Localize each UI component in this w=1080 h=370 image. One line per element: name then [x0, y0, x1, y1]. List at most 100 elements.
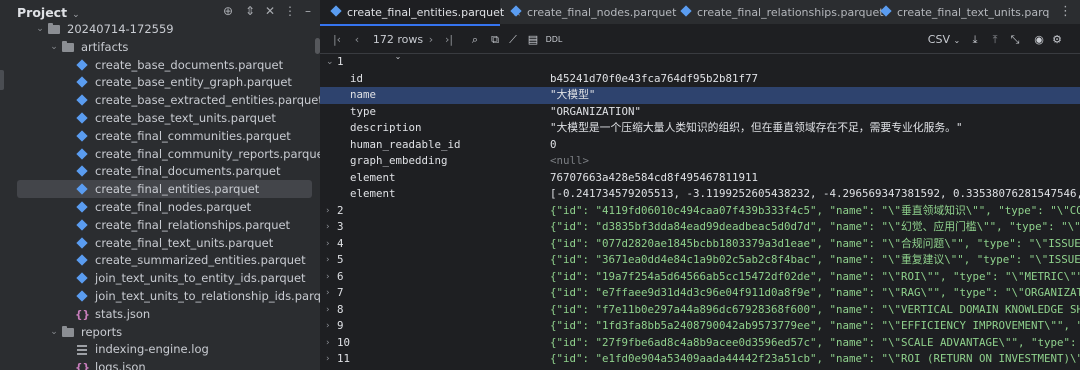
- table-row[interactable]: › 5 {"id": "3671ea0dd4e84c1a9b02c5ab2c8f4b…: [320, 252, 1080, 269]
- upload-icon[interactable]: ⤒: [988, 32, 1002, 48]
- tree-file[interactable]: create_base_entity_graph.parquet: [7, 73, 320, 91]
- tree-file[interactable]: create_base_documents.parquet: [7, 56, 320, 74]
- chevron-right-icon[interactable]: ›: [326, 252, 330, 269]
- tree-folder[interactable]: ⌄ reports: [7, 323, 320, 341]
- last-page-icon[interactable]: ›|: [442, 32, 456, 48]
- row-value[interactable]: {"id": "27f9fbe6ad8c4a8b9acee0d3596ed57c…: [550, 335, 1080, 352]
- tree-file[interactable]: create_final_nodes.parquet: [7, 198, 320, 216]
- chevron-right-icon[interactable]: ›: [326, 318, 330, 335]
- tool-window-marker[interactable]: [0, 70, 4, 90]
- field-value[interactable]: [-0.241734579205513, -3.1199252605438232…: [550, 186, 1080, 203]
- export-format-selector[interactable]: CSV ⌄: [924, 32, 964, 48]
- expand-all-icon[interactable]: ⇕: [242, 3, 258, 19]
- settings-icon[interactable]: ⚙: [1050, 32, 1064, 48]
- tree-file[interactable]: create_final_communities.parquet: [7, 127, 320, 145]
- tree-file[interactable]: create_final_relationships.parquet: [7, 216, 320, 234]
- chevron-right-icon[interactable]: ›: [326, 285, 330, 302]
- view-icon[interactable]: ◉: [1032, 32, 1046, 48]
- row-value[interactable]: {"id": "d3835bf3dda84ead99deadbeac5d0d7d…: [550, 219, 1080, 236]
- editor-tab[interactable]: create_final_entities.parquet×: [320, 0, 521, 26]
- chevron-right-icon[interactable]: ›: [326, 236, 330, 253]
- chevron-right-icon[interactable]: ›: [326, 302, 330, 319]
- field-value[interactable]: 76707663a428e584cd8f495467811911: [550, 170, 758, 187]
- chevron-down-icon[interactable]: ⌄: [47, 38, 61, 56]
- row-value[interactable]: {"id": "e7ffaee9d31d4d3c96e04f911d0a8f9e…: [550, 285, 1080, 302]
- search-icon[interactable]: ⌕: [468, 32, 482, 48]
- table-row[interactable]: › 4 {"id": "077d2820ae1845bcbb1803379a3d1e…: [320, 236, 1080, 253]
- first-page-icon[interactable]: |‹: [330, 32, 344, 48]
- tree-file[interactable]: {} logs.json: [7, 358, 320, 370]
- chevron-down-icon[interactable]: ⌄: [33, 20, 47, 38]
- table-row[interactable]: › 8 {"id": "f7e11b0e297a44a896dc67928368f6…: [320, 302, 1080, 319]
- compare-icon[interactable]: ⧉: [488, 32, 502, 48]
- record-field[interactable]: human_readable_id 0: [320, 137, 1080, 154]
- record-field[interactable]: graph_embedding <null>: [320, 153, 1080, 170]
- tab-menu-icon[interactable]: ⋮: [1059, 4, 1072, 19]
- chevron-right-icon[interactable]: ›: [326, 203, 330, 220]
- row-value[interactable]: {"id": "3671ea0dd4e84c1a9b02c5ab2c8f4bac…: [550, 252, 1080, 269]
- record-field[interactable]: id b45241d70f0e43fca764df95b2b81f77: [320, 71, 1080, 88]
- row-count-selector[interactable]: 172 rows ⌄: [368, 32, 428, 61]
- tree-file[interactable]: indexing-engine.log: [7, 340, 320, 358]
- chevron-down-icon[interactable]: ⌄: [72, 10, 80, 20]
- record-field[interactable]: element 76707663a428e584cd8f495467811911: [320, 170, 1080, 187]
- chevron-right-icon[interactable]: ›: [326, 335, 330, 352]
- editor-tab[interactable]: create_final_text_units.parq: [870, 0, 1049, 25]
- record-view-icon[interactable]: ▤: [526, 32, 540, 48]
- chevron-right-icon[interactable]: ›: [326, 269, 330, 286]
- field-value[interactable]: b45241d70f0e43fca764df95b2b81f77: [550, 71, 758, 88]
- chart-icon[interactable]: ⟋: [506, 32, 520, 48]
- table-row[interactable]: › 3 {"id": "d3835bf3dda84ead99deadbeac5d0d…: [320, 219, 1080, 236]
- field-value[interactable]: "大模型是一个压缩大量人类知识的组织，但在垂直领域存在不足，需要专业化服务。": [550, 120, 962, 137]
- collapse-all-icon[interactable]: ✕: [262, 3, 278, 19]
- row-value[interactable]: {"id": "077d2820ae1845bcbb1803379a3d1eae…: [550, 236, 1080, 253]
- table-row[interactable]: › 7 {"id": "e7ffaee9d31d4d3c96e04f911d0a8f…: [320, 285, 1080, 302]
- field-value[interactable]: "大模型": [550, 87, 595, 104]
- field-value[interactable]: 0: [550, 137, 557, 154]
- row-value[interactable]: {"id": "e1fd0e904a53409aada44442f23a51cb…: [550, 351, 1080, 368]
- hide-icon[interactable]: –: [300, 3, 316, 19]
- row-value[interactable]: {"id": "19a7f254a5d64566ab5cc15472df02de…: [550, 269, 1080, 286]
- record-field[interactable]: name "大模型": [320, 87, 1080, 104]
- options-icon[interactable]: ⋮: [282, 3, 298, 19]
- table-row[interactable]: › 9 {"id": "1fd3fa8bb5a2408790042ab9573779…: [320, 318, 1080, 335]
- tree-file[interactable]: join_text_units_to_entity_ids.parquet: [7, 269, 320, 287]
- field-value[interactable]: "ORGANIZATION": [550, 104, 641, 121]
- table-row[interactable]: › 10 {"id": "27f9fbe6ad8c4a8b9acee0d3596ed…: [320, 335, 1080, 352]
- row-value[interactable]: {"id": "f7e11b0e297a44a896dc67928368f600…: [550, 302, 1080, 319]
- tree-file[interactable]: {} stats.json: [7, 305, 320, 323]
- tree-file[interactable]: create_final_documents.parquet: [7, 162, 320, 180]
- editor-tab[interactable]: create_final_relationships.parquet: [670, 0, 884, 25]
- field-value[interactable]: <null>: [550, 153, 589, 170]
- record-row[interactable]: ⌄ 1: [320, 54, 1080, 71]
- row-value[interactable]: {"id": "1fd3fa8bb5a2408790042ab9573779ee…: [550, 318, 1080, 335]
- tree-file[interactable]: create_final_entities.parquet: [17, 180, 312, 199]
- tree-folder[interactable]: ⌄ 20240714-172559: [7, 20, 320, 38]
- transpose-icon[interactable]: ⤡: [1008, 32, 1022, 48]
- tree-file[interactable]: create_final_community_reports.parquet: [7, 145, 320, 163]
- chevron-down-icon[interactable]: ⌄: [47, 323, 61, 341]
- download-icon[interactable]: ⤓: [968, 32, 982, 48]
- tree-file[interactable]: create_base_extracted_entities.parquet: [7, 91, 320, 109]
- ddl-button[interactable]: DDL: [542, 32, 566, 48]
- tree-file[interactable]: create_base_text_units.parquet: [7, 109, 320, 127]
- tree-file[interactable]: join_text_units_to_relationship_ids.parq…: [7, 287, 320, 305]
- tree-folder[interactable]: ⌄ artifacts: [7, 38, 320, 56]
- table-row[interactable]: › 6 {"id": "19a7f254a5d64566ab5cc15472df02…: [320, 269, 1080, 286]
- editor-tab[interactable]: create_final_nodes.parquet: [500, 0, 676, 25]
- prev-page-icon[interactable]: ‹: [350, 32, 364, 48]
- record-field[interactable]: description "大模型是一个压缩大量人类知识的组织，但在垂直领域存在不足…: [320, 120, 1080, 137]
- next-page-icon[interactable]: ›: [424, 32, 438, 48]
- project-title[interactable]: Project ⌄: [17, 5, 80, 20]
- record-field[interactable]: type "ORGANIZATION": [320, 104, 1080, 121]
- chevron-down-icon[interactable]: ⌄: [326, 54, 334, 71]
- locate-icon[interactable]: ⊕: [220, 3, 236, 19]
- record-field[interactable]: element [-0.241734579205513, -3.119925260…: [320, 186, 1080, 203]
- table-row[interactable]: › 11 {"id": "e1fd0e904a53409aada44442f23a5…: [320, 351, 1080, 368]
- chevron-right-icon[interactable]: ›: [326, 219, 330, 236]
- chevron-right-icon[interactable]: ›: [326, 351, 330, 368]
- tree-file[interactable]: create_summarized_entities.parquet: [7, 251, 320, 269]
- tree-file[interactable]: create_final_text_units.parquet: [7, 234, 320, 252]
- row-value[interactable]: {"id": "4119fd06010c494caa07f439b333f4c5…: [550, 203, 1080, 220]
- table-row[interactable]: › 2 {"id": "4119fd06010c494caa07f439b333f4…: [320, 203, 1080, 220]
